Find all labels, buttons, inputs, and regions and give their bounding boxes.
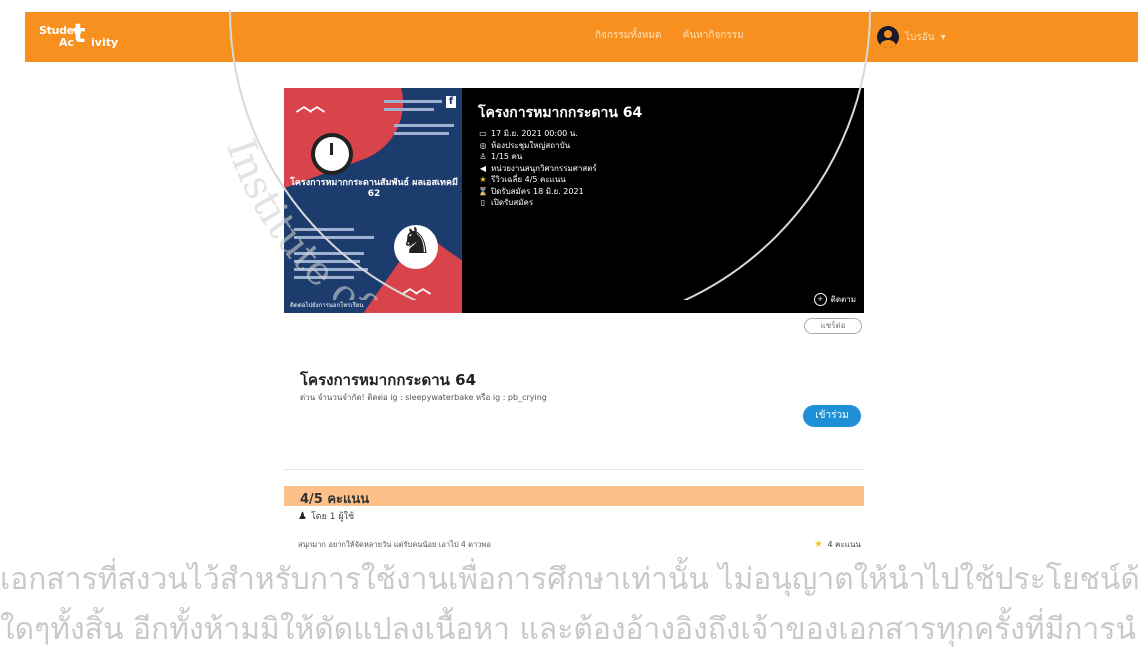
page: Studen t Ac ivity กิจกรรมทั้งหมด ค้นหากิ… [0,0,1138,647]
info-location: ◎ ห้องประชุมใหญ่สถาบัน [478,140,642,152]
divider [284,469,864,470]
logo-text-part3: ivity [91,36,119,49]
follow-button[interactable]: + ติดตาม [813,293,856,306]
user-icon: ♟ [298,510,307,522]
info-organizer: ◀ หน่วยงานสนุกวิศวกรรมศาสตร์ [478,163,642,175]
star-icon: ★ [814,539,823,550]
activity-banner: ︿︿ f โครงการหมากกระดานสัมพันธ์ ผลเอสเทคม… [284,88,864,313]
location-icon: ◎ [479,140,487,150]
chevron-down-icon[interactable]: ▾ [941,32,946,43]
rating-summary-bar: 4/5 คะแนน [284,486,864,507]
join-button[interactable]: เข้าร่วม [803,405,861,427]
app-logo[interactable]: Studen t Ac ivity [39,19,149,52]
user-name[interactable]: ไบรอัน [905,30,935,45]
info-participants: ♙ 1/15 คน [478,151,642,163]
door-icon: ▯ [480,198,486,207]
wave-icon: ︿︿ [296,96,325,115]
rating-by-line: ♟ โดย 1 ผู้ใช้ [298,509,354,523]
poster-title: โครงการหมากกระดานสัมพันธ์ ผลเอสเทคมี 62 [290,178,458,199]
info-participants-text: 1/15 คน [491,152,523,161]
banner-activity-title: โครงการหมากกระดาน 64 [478,105,643,121]
logo-text-part2: Ac [59,36,75,49]
rating-score: 4/5 คะแนน [300,492,370,507]
info-location-text: ห้องประชุมใหญ่สถาบัน [491,140,571,150]
poster-text-line [294,228,354,231]
info-deadline: ⌛ ปิดรับสมัคร 18 มิ.ย. 2021 [478,186,642,198]
review-score: ★ 4 คะแนน [814,538,861,551]
info-status: ▯ เปิดรับสมัคร [478,197,642,209]
calendar-icon: ▭ [479,129,487,138]
user-avatar-icon[interactable] [877,26,899,48]
review-text: สนุกมาก อยากให้จัดหลายวัน แต่รับคนน้อย เ… [298,540,491,549]
rating-by-text: โดย 1 ผู้ใช้ [310,512,355,522]
poster-text-line [384,100,442,103]
poster-text-line [294,268,368,271]
poster-text-line [294,252,364,255]
activity-info: โครงการหมากกระดาน 64 ▭ 17 มิ.ย. 2021 00:… [478,102,642,209]
activity-poster: ︿︿ f โครงการหมากกระดานสัมพันธ์ ผลเอสเทคม… [284,88,462,313]
poster-text-line [394,132,449,135]
poster-text-line [384,108,434,111]
watermark-line-1: เอกสารที่สงวนไว้สำหรับการใช้งานเพื่อการศ… [0,562,1138,597]
logo-text-big: t [73,19,86,49]
info-rating: ★ รีวิวเฉลี่ย 4/5 คะแนน [478,174,642,186]
watermark-line-2: ใดๆทั้งสิ้น อีกทั้งห้ามมิให้ดัดแปลงเนื้อ… [0,612,1138,647]
nav-search-activity[interactable]: ค้นหากิจกรรม [683,30,744,41]
poster-footer: ติดต่อไปยังการนอกโทรเรียน [290,302,364,309]
review-score-text: 4 คะแนน [827,540,861,549]
wave-icon: ︿︿ [402,278,431,297]
info-rating-text: รีวิวเฉลี่ย 4/5 คะแนน [491,175,566,184]
stopwatch-icon [311,133,353,175]
info-date: ▭ 17 มิ.ย. 2021 00:00 น. [478,128,642,140]
poster-text-line [394,124,454,127]
activity-description: ด่วน จำนวนจำกัด! ติดต่อ ig : sleepywater… [300,393,547,402]
hourglass-icon: ⌛ [478,186,488,196]
info-deadline-text: ปิดรับสมัคร 18 มิ.ย. 2021 [491,186,584,196]
people-icon: ♙ [479,152,487,161]
follow-label: ติดตาม [830,295,856,304]
share-button[interactable]: แชร์ต่อ [804,318,862,334]
user-menu[interactable]: ไบรอัน ▾ [877,24,946,50]
nav-all-activities[interactable]: กิจกรรมทั้งหมด [595,30,661,41]
main-nav: กิจกรรมทั้งหมด ค้นหากิจกรรม [595,28,762,43]
top-navbar: Studen t Ac ivity กิจกรรมทั้งหมด ค้นหากิ… [25,12,1138,62]
activity-title: โครงการหมากกระดาน 64 [300,371,477,389]
info-status-text: เปิดรับสมัคร [491,198,534,207]
poster-text-line [294,260,360,263]
plus-circle-icon: + [813,293,827,306]
star-icon: ★ [479,175,487,184]
info-date-text: 17 มิ.ย. 2021 00:00 น. [491,129,578,138]
megaphone-icon: ◀ [479,163,487,173]
poster-text-line [294,276,354,279]
info-organizer-text: หน่วยงานสนุกวิศวกรรมศาสตร์ [491,163,597,173]
facebook-icon: f [446,96,456,108]
chess-knight-icon [394,221,438,269]
poster-text-line [294,236,374,239]
